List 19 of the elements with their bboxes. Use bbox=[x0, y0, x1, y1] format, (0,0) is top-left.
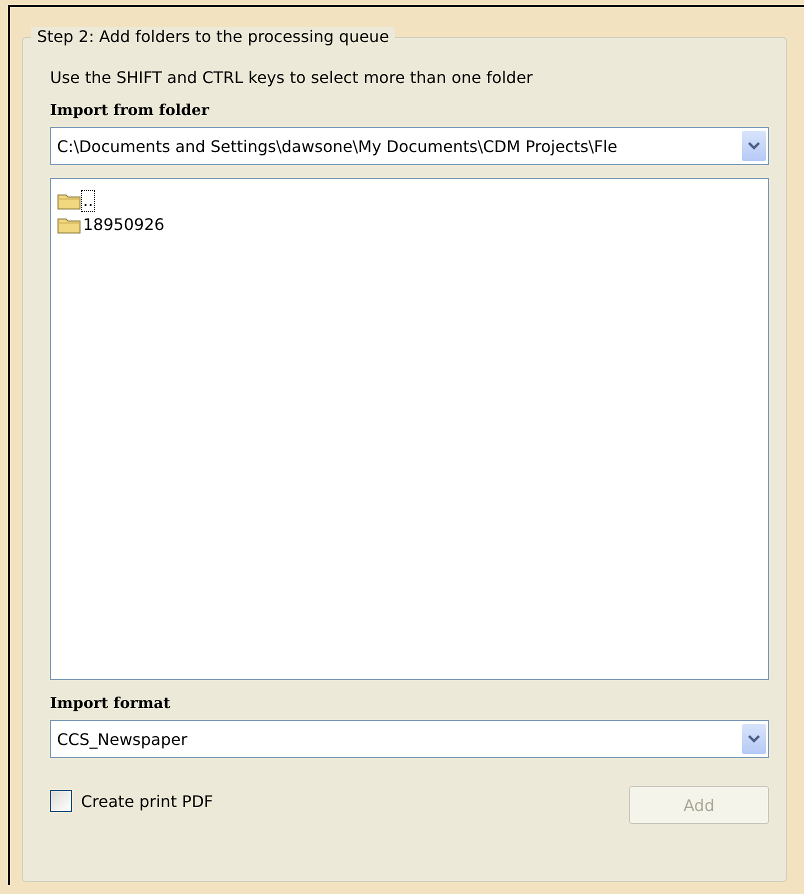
folder-icon bbox=[57, 216, 81, 234]
hint-text: Use the SHIFT and CTRL keys to select more than one folder bbox=[50, 68, 534, 87]
dropdown-button[interactable] bbox=[742, 131, 766, 161]
checkbox-label[interactable]: Create print PDF bbox=[81, 792, 214, 810]
dropdown-value: C:\Documents and Settings\dawsone\My Documents\CDM Projects\Fle bbox=[57, 136, 618, 156]
field-label: Import from folder bbox=[50, 101, 210, 119]
dropdown-field[interactable]: C:\Documents and Settings\dawsone\My Documents\CDM Projects\Fle bbox=[50, 127, 769, 165]
dropdown-value: CCS_Newspaper bbox=[57, 730, 188, 748]
dropdown-button[interactable] bbox=[742, 724, 766, 754]
dropdown-field[interactable]: CCS_Newspaper bbox=[50, 720, 769, 758]
field-label: Import format bbox=[50, 694, 172, 712]
group-title: Step 2: Add folders to the processing queue bbox=[31, 27, 396, 46]
chevron-down-icon bbox=[747, 141, 761, 151]
folder-icon bbox=[57, 192, 81, 210]
folder-list[interactable]: .. 18950926 bbox=[50, 178, 769, 680]
chevron-down-icon bbox=[747, 734, 761, 744]
folder-name[interactable]: .. bbox=[81, 190, 96, 212]
checkbox[interactable] bbox=[50, 790, 72, 812]
folder-name[interactable]: 18950926 bbox=[81, 214, 166, 236]
